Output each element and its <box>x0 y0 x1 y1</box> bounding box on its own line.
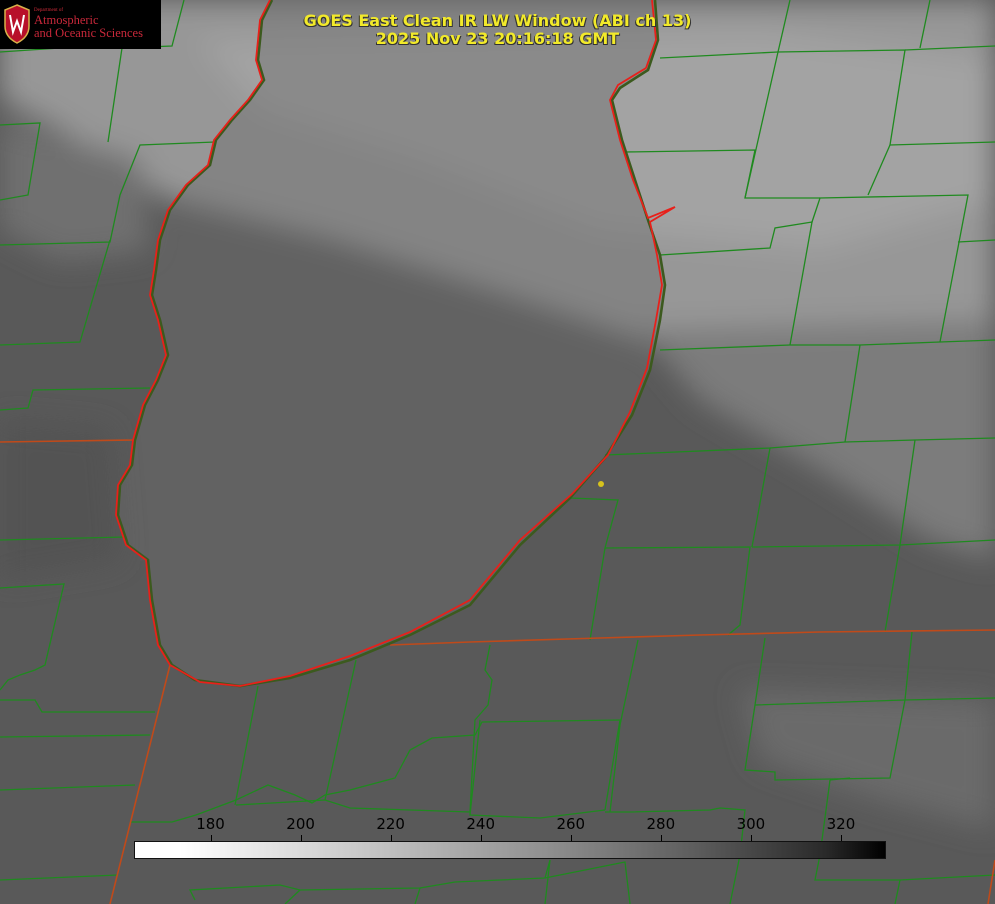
logo-text-line-2: and Oceanic Sciences <box>34 26 143 40</box>
colorbar-tick-mark <box>210 835 212 841</box>
colorbar-tick-label: 200 <box>286 815 315 833</box>
colorbar-tick-label: 240 <box>466 815 496 833</box>
temperature-colorbar <box>134 841 886 859</box>
colorbar-tick-label: 180 <box>196 815 225 833</box>
colorbar-tick-mark <box>390 835 392 841</box>
satellite-map <box>0 0 995 904</box>
colorbar-tick-label: 320 <box>826 815 856 833</box>
colorbar-tick-mark <box>660 835 662 841</box>
colorbar-tick-mark <box>480 835 482 841</box>
uw-seal-icon <box>4 4 30 44</box>
colorbar-tick-mark <box>750 835 752 841</box>
colorbar-tick-label: 260 <box>556 815 586 833</box>
location-marker <box>598 481 604 487</box>
colorbar-tick-mark <box>570 835 572 841</box>
colorbar-tick-mark <box>840 835 842 841</box>
colorbar-tick-mark <box>300 835 302 841</box>
aos-logo: Department of Atmospheric and Oceanic Sc… <box>0 0 161 49</box>
colorbar-tick-label: 220 <box>376 815 405 833</box>
colorbar-tick-label: 300 <box>736 815 766 833</box>
colorbar-tick-label: 280 <box>646 815 676 833</box>
